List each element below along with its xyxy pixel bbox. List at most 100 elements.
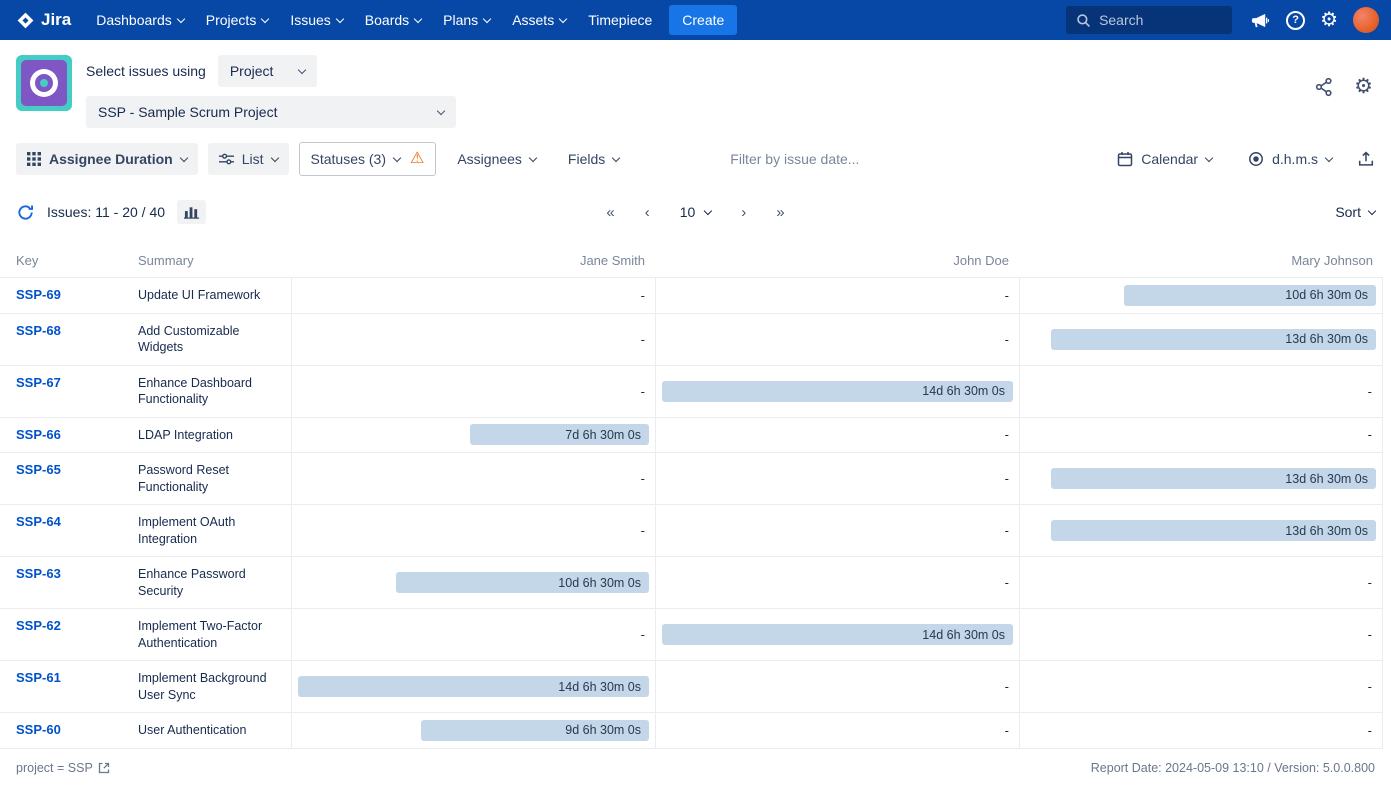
table-row: SSP-67Enhance Dashboard Functionality -14…: [0, 365, 1383, 417]
share-icon[interactable]: [1314, 77, 1334, 97]
export-icon[interactable]: [1357, 150, 1375, 168]
view-label: List: [242, 151, 264, 167]
nav-item-issues[interactable]: Issues: [279, 0, 353, 40]
duration-cell: -: [1019, 418, 1383, 453]
issue-key-link[interactable]: SSP-67: [0, 366, 130, 399]
help-glyph: ?: [1292, 14, 1299, 26]
prev-page-button[interactable]: ‹: [645, 204, 650, 221]
time-format-select[interactable]: d.h.m.s: [1237, 143, 1343, 175]
project-select-value: SSP - Sample Scrum Project: [98, 104, 277, 120]
chevron-down-icon: [559, 14, 567, 22]
issue-key-link[interactable]: SSP-61: [0, 661, 130, 694]
issue-key-link[interactable]: SSP-63: [0, 557, 130, 590]
next-page-button[interactable]: ›: [741, 204, 746, 221]
nav-item-assets[interactable]: Assets: [501, 0, 577, 40]
jira-logo[interactable]: Jira: [12, 10, 85, 30]
chevron-down-icon: [483, 14, 491, 22]
empty-duration: -: [1005, 523, 1013, 538]
create-button[interactable]: Create: [669, 5, 737, 35]
table-row: SSP-66LDAP Integration7d 6h 30m 0s--: [0, 417, 1383, 453]
issue-source-select[interactable]: Project: [218, 55, 318, 87]
empty-duration: -: [641, 471, 649, 486]
chevron-down-icon: [393, 154, 401, 162]
nav-item-label: Boards: [365, 12, 409, 28]
report-type-select[interactable]: Assignee Duration: [16, 143, 198, 175]
nav-item-label: Plans: [443, 12, 478, 28]
announcements-icon[interactable]: [1247, 8, 1271, 32]
empty-duration: -: [1005, 723, 1013, 738]
chart-view-button[interactable]: [177, 200, 206, 224]
brand-name: Jira: [41, 10, 71, 30]
search-icon: [1076, 13, 1091, 28]
assignees-label: Assignees: [457, 151, 522, 167]
issue-key-link[interactable]: SSP-66: [0, 418, 130, 451]
empty-duration: -: [641, 384, 649, 399]
table-row: SSP-65Password Reset Functionality--13d …: [0, 452, 1383, 504]
project-select[interactable]: SSP - Sample Scrum Project: [86, 96, 456, 128]
nav-item-boards[interactable]: Boards: [354, 0, 432, 40]
nav-item-label: Projects: [206, 12, 257, 28]
issue-summary: Enhance Password Security: [130, 557, 291, 608]
report-settings-gear-icon[interactable]: ⚙: [1354, 76, 1373, 97]
issue-source-value: Project: [230, 63, 274, 79]
table-row: SSP-68Add Customizable Widgets--13d 6h 3…: [0, 313, 1383, 365]
view-select[interactable]: List: [208, 143, 289, 175]
search-input[interactable]: [1099, 12, 1219, 28]
issue-key-link[interactable]: SSP-65: [0, 453, 130, 486]
issue-key-link[interactable]: SSP-68: [0, 314, 130, 347]
duration-cell: -: [1019, 661, 1383, 712]
empty-duration: -: [641, 627, 649, 642]
fields-filter[interactable]: Fields: [557, 143, 630, 175]
nav-item-projects[interactable]: Projects: [195, 0, 280, 40]
duration-bar: 14d 6h 30m 0s: [662, 381, 1013, 402]
header-actions: ⚙: [1314, 76, 1373, 97]
calendar-label: Calendar: [1141, 151, 1198, 167]
empty-duration: -: [1005, 575, 1013, 590]
assignees-filter[interactable]: Assignees: [446, 143, 547, 175]
chevron-down-icon: [414, 14, 422, 22]
duration-bar: 10d 6h 30m 0s: [396, 572, 649, 593]
duration-cell: -: [1019, 366, 1383, 417]
report-type-label: Assignee Duration: [49, 151, 173, 167]
duration-cell: -: [291, 366, 655, 417]
sort-label: Sort: [1335, 204, 1361, 220]
issue-date-filter-input[interactable]: [730, 151, 920, 167]
nav-item-dashboards[interactable]: Dashboards: [85, 0, 195, 40]
issue-summary: Add Customizable Widgets: [130, 314, 291, 365]
duration-cell: 13d 6h 30m 0s: [1019, 314, 1383, 365]
refresh-icon[interactable]: [16, 203, 35, 222]
search-box[interactable]: [1066, 6, 1232, 34]
table-body: SSP-69Update UI Framework--10d 6h 30m 0s…: [0, 277, 1383, 749]
last-page-button[interactable]: »: [776, 204, 784, 221]
column-header-jane-smith: Jane Smith: [291, 253, 655, 268]
issue-key-link[interactable]: SSP-60: [0, 713, 130, 746]
issue-key-link[interactable]: SSP-64: [0, 505, 130, 538]
duration-bar: 10d 6h 30m 0s: [1124, 285, 1376, 306]
duration-cell: 10d 6h 30m 0s: [1019, 278, 1383, 313]
duration-cell: -: [655, 557, 1019, 608]
sliders-icon: [219, 152, 234, 166]
footer: project = SSP Report Date: 2024-05-09 13…: [0, 749, 1391, 787]
issue-key-link[interactable]: SSP-69: [0, 278, 130, 311]
report-header: Select issues using Project SSP - Sample…: [0, 40, 1391, 138]
calendar-select[interactable]: Calendar: [1106, 143, 1223, 175]
nav-right: ? ⚙: [1066, 6, 1379, 34]
duration-cell: -: [291, 505, 655, 556]
issue-summary: Enhance Dashboard Functionality: [130, 366, 291, 417]
first-page-button[interactable]: «: [606, 204, 614, 221]
sort-select[interactable]: Sort: [1335, 204, 1375, 220]
help-icon[interactable]: ?: [1286, 11, 1305, 30]
fields-label: Fields: [568, 151, 605, 167]
page-size-select[interactable]: 10: [680, 204, 712, 220]
table-row: SSP-69Update UI Framework--10d 6h 30m 0s: [0, 277, 1383, 313]
settings-gear-icon[interactable]: ⚙: [1320, 10, 1338, 30]
statuses-filter[interactable]: Statuses (3) ⚠: [299, 142, 437, 176]
user-avatar[interactable]: [1353, 7, 1379, 33]
jql-query[interactable]: project = SSP: [16, 761, 110, 775]
empty-duration: -: [1368, 627, 1376, 642]
issue-key-link[interactable]: SSP-62: [0, 609, 130, 642]
nav-item-plans[interactable]: Plans: [432, 0, 501, 40]
nav-item-timepiece[interactable]: Timepiece: [577, 0, 663, 40]
select-issues-label: Select issues using: [86, 63, 206, 79]
empty-duration: -: [1005, 427, 1013, 442]
